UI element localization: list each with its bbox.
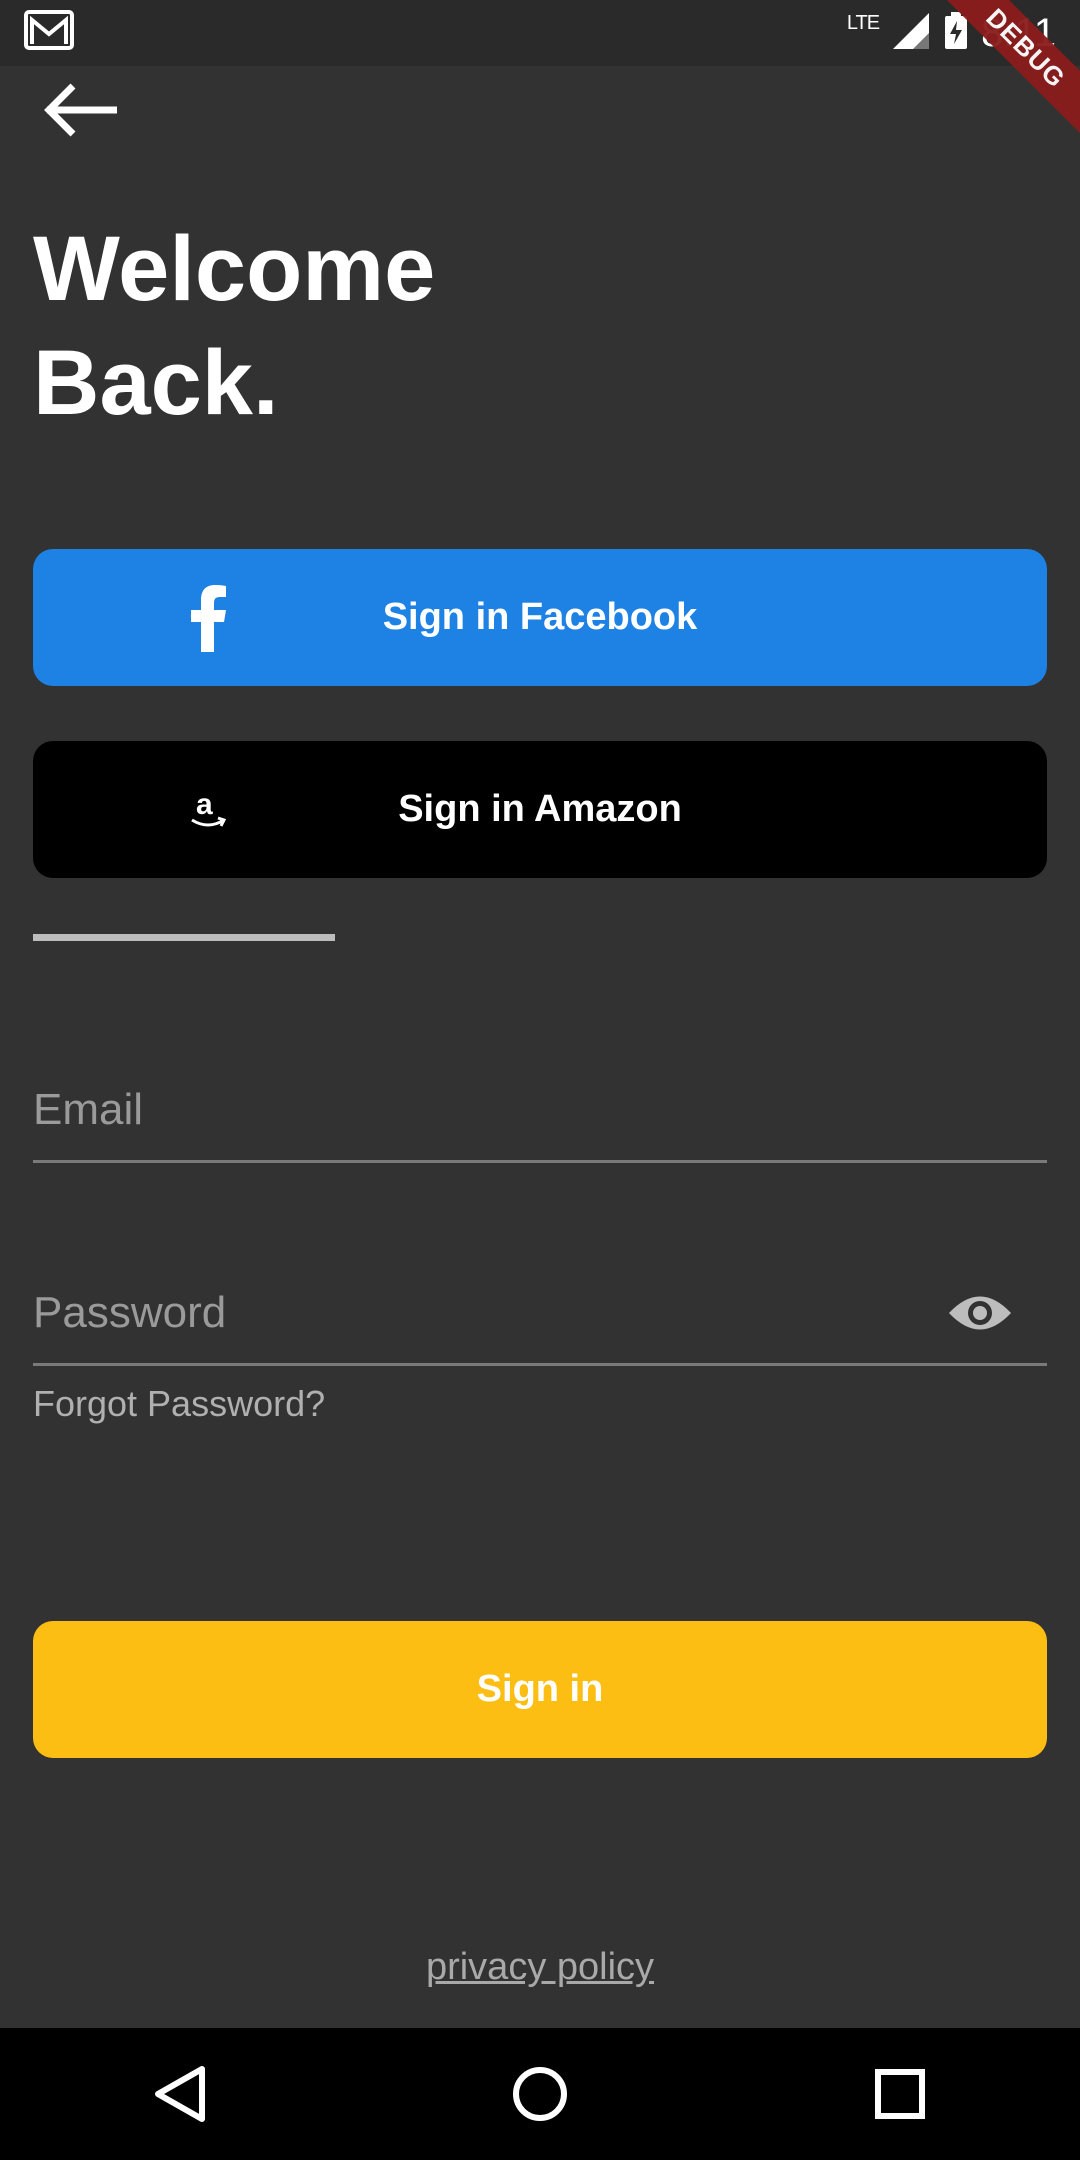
svg-text:a: a xyxy=(196,788,213,821)
facebook-icon xyxy=(153,549,263,686)
system-navigation-bar xyxy=(0,2028,1080,2160)
sign-in-facebook-button[interactable]: Sign in Facebook xyxy=(33,549,1047,686)
signal-icon xyxy=(891,11,931,56)
title-line-1: Welcome xyxy=(33,218,436,320)
eye-icon xyxy=(949,1296,1011,1330)
section-divider xyxy=(33,934,335,941)
arrow-left-icon xyxy=(44,83,117,137)
square-recents-icon xyxy=(875,2069,925,2119)
sign-in-button[interactable]: Sign in xyxy=(33,1621,1047,1758)
email-field[interactable] xyxy=(33,1070,933,1150)
back-button[interactable] xyxy=(36,80,126,140)
amazon-icon: a xyxy=(153,741,263,878)
network-type-label: LTE xyxy=(846,11,880,34)
title-line-2: Back. xyxy=(33,332,279,434)
password-field[interactable] xyxy=(33,1273,933,1353)
forgot-password-link[interactable]: Forgot Password? xyxy=(33,1383,325,1425)
circle-home-icon xyxy=(513,2067,567,2121)
amazon-button-label: Sign in Amazon xyxy=(398,788,682,830)
nav-back-button[interactable] xyxy=(120,2044,240,2144)
page-title: Welcome Back. xyxy=(33,212,435,440)
facebook-button-label: Sign in Facebook xyxy=(382,596,698,638)
status-bar: LTE 8:11 DEBUG xyxy=(0,0,1080,142)
sign-in-amazon-button[interactable]: a Sign in Amazon xyxy=(33,741,1047,878)
email-field-container xyxy=(33,1050,1047,1163)
privacy-policy-link[interactable]: privacy policy xyxy=(0,1946,1080,1989)
nav-recents-button[interactable] xyxy=(840,2044,960,2144)
password-field-container xyxy=(33,1253,1047,1366)
triangle-back-icon xyxy=(155,2066,205,2122)
sign-in-button-label: Sign in xyxy=(476,1668,604,1710)
nav-home-button[interactable] xyxy=(480,2044,600,2144)
toggle-password-visibility-button[interactable] xyxy=(947,1288,1013,1338)
gmail-notification-icon xyxy=(24,10,74,54)
